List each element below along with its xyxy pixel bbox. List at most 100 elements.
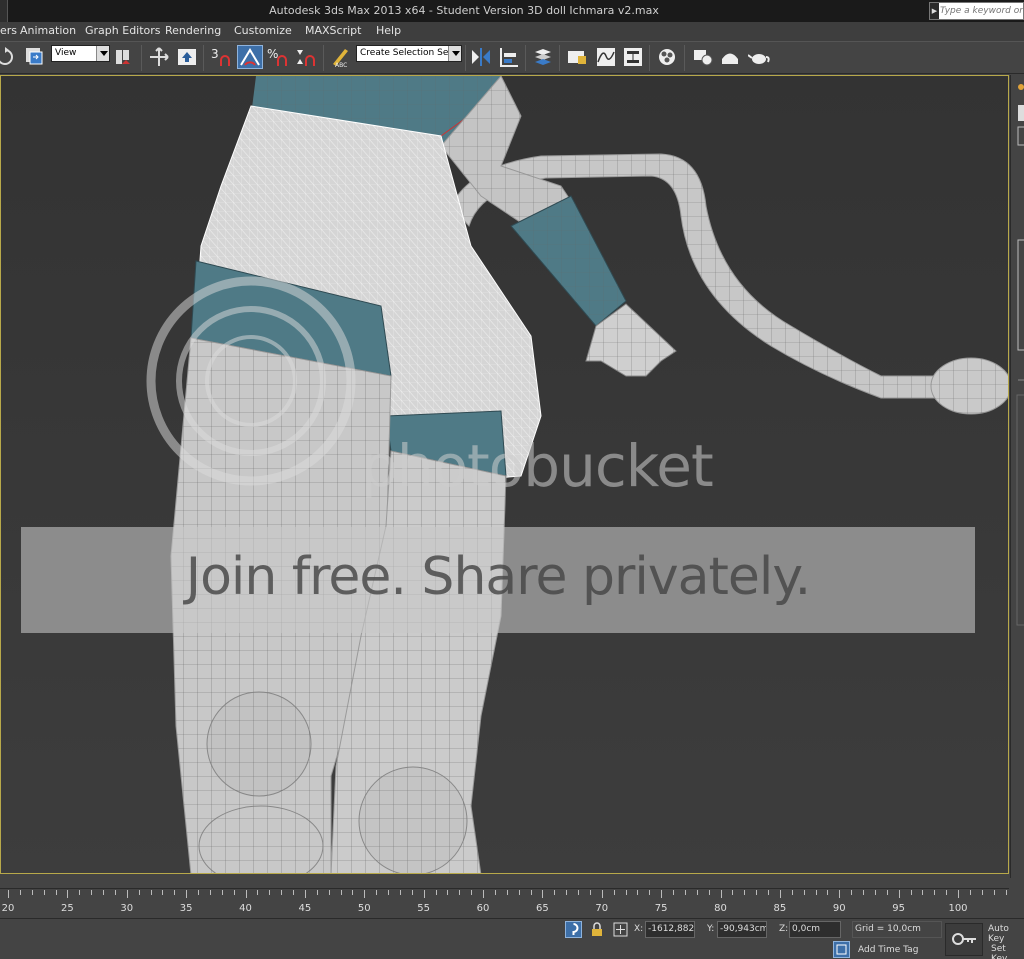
x-coordinate-field[interactable]: -1612,882c xyxy=(645,921,695,938)
timeline-tick xyxy=(518,890,520,895)
curve-editor-icon[interactable] xyxy=(595,46,617,68)
timeline-tick xyxy=(874,890,876,895)
timeline-tick xyxy=(19,890,21,895)
timeline-tick xyxy=(435,890,437,895)
material-editor-icon[interactable] xyxy=(656,46,678,68)
y-coordinate-field[interactable]: -90,943cm xyxy=(717,921,767,938)
watermark-logo-text: photobucket xyxy=(361,432,714,500)
timeline-tick xyxy=(981,890,983,895)
timeline-label: 25 xyxy=(61,903,74,914)
render-teapot-icon[interactable] xyxy=(747,46,770,68)
spinner-snap-toggle-icon[interactable] xyxy=(294,46,316,68)
set-key-button[interactable]: Set Key xyxy=(991,944,1024,959)
snaps-toggle-icon[interactable]: 3 xyxy=(209,46,231,68)
timeline-tick xyxy=(589,890,591,895)
menu-item-maxscript[interactable]: MAXScript xyxy=(305,24,361,37)
keyboard-shortcut-override-icon[interactable] xyxy=(176,46,198,68)
timeline-label: 45 xyxy=(298,903,312,914)
timeline-tick xyxy=(768,890,769,895)
toolbar-separator xyxy=(465,45,466,71)
auto-key-button[interactable]: Auto Key xyxy=(988,924,1024,944)
select-manipulate-icon[interactable] xyxy=(148,46,170,68)
timeline-tick xyxy=(316,890,318,895)
toolbar-separator xyxy=(525,45,526,71)
grid-spacing-display: Grid = 10,0cm xyxy=(852,921,942,938)
percent-snap-toggle-icon[interactable]: % xyxy=(266,46,288,68)
timeline-tick xyxy=(898,890,900,898)
add-time-tag-label[interactable]: Add Time Tag xyxy=(858,945,918,955)
timeline-label: 60 xyxy=(476,903,490,914)
menu-item-animation[interactable]: Animation xyxy=(20,24,76,37)
timeline-tick xyxy=(221,890,223,895)
search-expand-icon[interactable]: ▶ xyxy=(930,3,939,19)
timeline-tick xyxy=(79,890,81,895)
timeline-tick xyxy=(245,890,247,898)
render-setup-icon[interactable] xyxy=(692,46,714,68)
timeline-tick xyxy=(43,890,45,895)
time-tag-icon[interactable] xyxy=(833,941,850,958)
timeline-tick xyxy=(138,890,140,895)
command-panel[interactable] xyxy=(1010,75,1024,878)
timeline-tick xyxy=(696,890,698,895)
timeline-tick xyxy=(530,890,532,895)
edit-named-selection-icon[interactable]: ABC xyxy=(329,46,351,69)
timeline-tick xyxy=(209,890,211,895)
menu-item-customize[interactable]: Customize xyxy=(234,24,292,37)
isolate-selection-icon[interactable] xyxy=(565,921,582,938)
schematic-view-icon[interactable] xyxy=(622,46,644,68)
svg-text:ABC: ABC xyxy=(335,62,347,68)
timeline-tick xyxy=(269,890,271,895)
rendered-frame-window-icon[interactable] xyxy=(719,46,741,68)
timeline-tick xyxy=(447,890,449,895)
rotate-icon[interactable] xyxy=(0,46,16,68)
pivot-point-icon[interactable] xyxy=(114,46,136,68)
watermark-banner: Join free. Share privately. xyxy=(21,527,975,633)
toolbar-separator xyxy=(649,45,650,71)
timeline-label: 95 xyxy=(892,903,905,914)
key-icon xyxy=(952,933,976,945)
menu-item-help[interactable]: Help xyxy=(376,24,401,37)
timeline-tick xyxy=(8,890,9,898)
named-selection-set-value: Create Selection Se xyxy=(360,48,449,58)
timeline-tick xyxy=(625,890,627,895)
timeline-tick xyxy=(815,890,817,895)
timeline-tick xyxy=(174,890,176,895)
track-bar[interactable]: 20 25 30 35 40 45 50 55 60 65 70 75 80 85 90 95 100 xyxy=(0,878,1009,918)
reference-coordinate-value: View xyxy=(55,48,77,58)
menu-item-graph-editors[interactable]: Graph Editors xyxy=(85,24,161,37)
layer-manager-icon[interactable] xyxy=(532,46,554,68)
timeline-tick xyxy=(150,890,152,895)
timeline-tick xyxy=(649,890,651,895)
absolute-mode-transform-icon[interactable] xyxy=(612,921,629,938)
timeline-tick xyxy=(399,890,401,895)
menu-item-rendering-partial[interactable]: ers xyxy=(0,24,17,37)
search-box[interactable]: ▶ xyxy=(929,2,1024,20)
timeline-tick xyxy=(198,890,199,895)
named-selection-set-dropdown[interactable]: Create Selection Se xyxy=(356,45,462,62)
timeline-tick xyxy=(791,890,793,895)
angle-snap-toggle-icon[interactable] xyxy=(237,45,263,69)
timeline-tick xyxy=(281,890,283,895)
selection-lock-icon[interactable] xyxy=(589,921,606,938)
z-coordinate-field[interactable]: 0,0cm xyxy=(789,921,841,938)
scale-icon[interactable] xyxy=(24,46,46,68)
search-input[interactable] xyxy=(940,3,1024,19)
reference-coordinate-dropdown[interactable]: View xyxy=(51,45,110,62)
timeline-tick xyxy=(851,890,853,895)
mirror-icon[interactable] xyxy=(470,46,492,68)
svg-text:3: 3 xyxy=(211,47,219,61)
toggle-ribbon-icon[interactable] xyxy=(566,46,588,68)
align-icon[interactable] xyxy=(498,46,520,68)
y-coordinate-label: Y: xyxy=(707,924,715,934)
set-key-mode-button[interactable] xyxy=(945,923,983,956)
timeline-tick xyxy=(459,890,461,895)
perspective-viewport[interactable]: photobucket Join free. Share privately. xyxy=(0,75,1009,874)
timeline-label: 75 xyxy=(654,903,668,914)
timeline-label: 85 xyxy=(773,903,787,914)
toolbar-separator xyxy=(559,45,560,71)
timeline-tick xyxy=(922,890,924,895)
toolbar-separator xyxy=(141,45,142,71)
timeline-tick xyxy=(958,890,959,898)
timeline-tick xyxy=(732,890,734,895)
menu-item-rendering[interactable]: Rendering xyxy=(165,24,221,37)
